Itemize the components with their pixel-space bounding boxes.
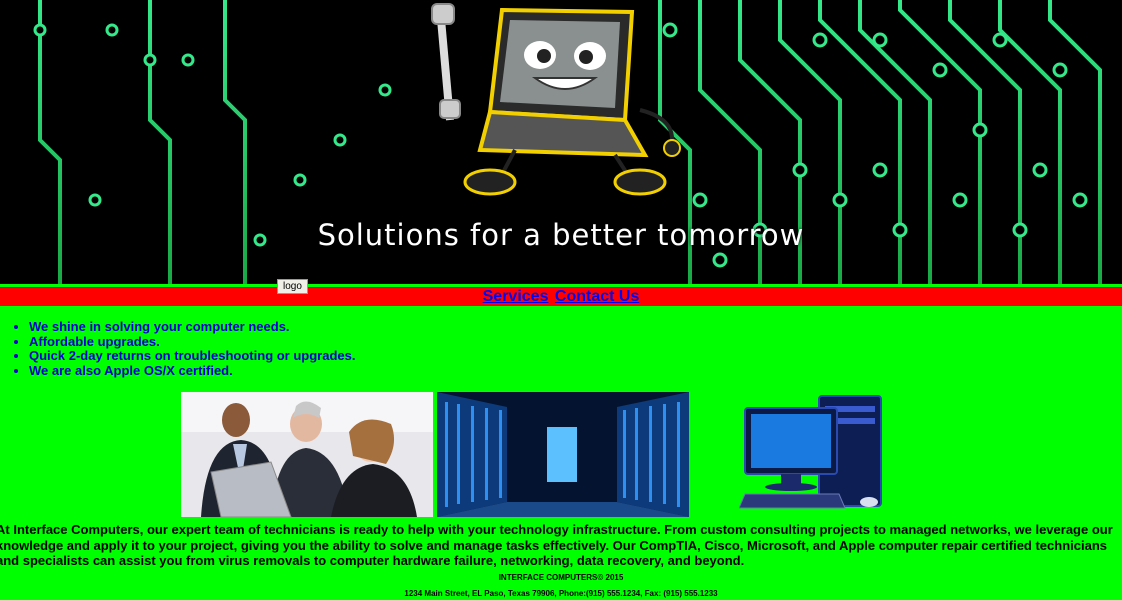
banner-slogan: Solutions for a better tomorrow [317, 218, 805, 252]
logo-button[interactable]: logo [277, 279, 308, 294]
feature-item: We are also Apple OS/X certified. [29, 363, 355, 379]
navigation-bar: Services Contact Us [0, 284, 1122, 306]
nav-link-contact-us[interactable]: Contact Us [555, 288, 639, 305]
server-room-photo [437, 392, 689, 517]
header-banner: Solutions for a better tomorrow [0, 0, 1122, 284]
laptop-mascot-image [431, 3, 681, 196]
features-list: We shine in solving your computer needs.… [0, 319, 355, 379]
feature-item: Affordable upgrades. [29, 334, 355, 350]
business-team-photo [181, 392, 433, 517]
nav-link-services[interactable]: Services [483, 288, 549, 305]
company-description: At Interface Computers, our expert team … [0, 522, 1113, 568]
footer-copyright: INTERFACE COMPUTERS© 2015 [498, 573, 624, 582]
feature-item: We shine in solving your computer needs. [29, 319, 355, 335]
desktop-computer-image [739, 395, 882, 509]
feature-item: Quick 2-day returns on troubleshooting o… [29, 348, 355, 364]
footer-address: 1234 Main Street, EL Paso, Texas 79906, … [404, 589, 718, 598]
